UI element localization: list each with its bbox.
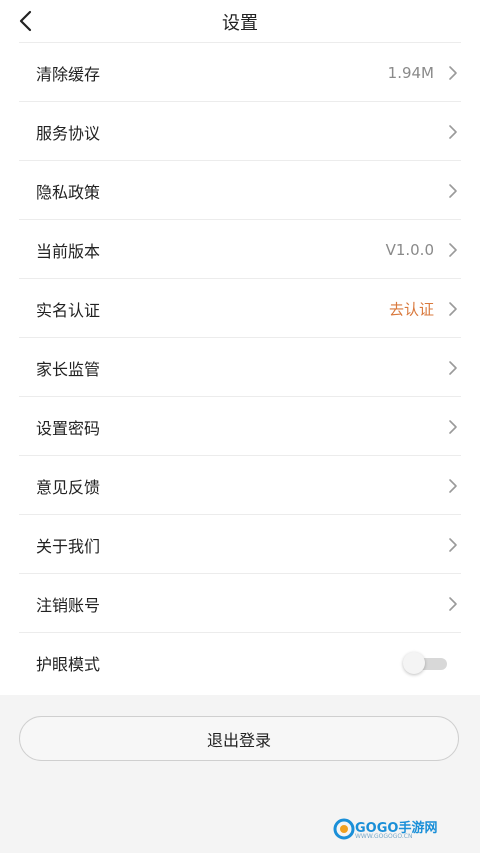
set-password-row[interactable]: 设置密码	[0, 397, 480, 456]
row-label: 当前版本	[36, 241, 101, 261]
service-agreement-row[interactable]: 服务协议	[0, 102, 480, 161]
row-label: 服务协议	[36, 123, 101, 143]
row-label: 清除缓存	[36, 64, 101, 84]
current-version-row[interactable]: 当前版本 V1.0.0	[0, 220, 480, 279]
verify-link[interactable]: 去认证	[389, 298, 434, 319]
clear-cache-row[interactable]: 清除缓存 1.94M	[0, 43, 480, 102]
chevron-right-icon	[449, 65, 457, 80]
delete-account-row[interactable]: 注销账号	[0, 574, 480, 633]
chevron-right-icon	[449, 124, 457, 139]
row-label: 隐私政策	[36, 182, 101, 202]
privacy-policy-row[interactable]: 隐私政策	[0, 161, 480, 220]
page-title: 设置	[222, 13, 258, 34]
feedback-row[interactable]: 意见反馈	[0, 456, 480, 515]
chevron-right-icon	[449, 596, 457, 611]
row-label: 意见反馈	[36, 477, 101, 497]
header-bar: 设置	[0, 0, 480, 42]
chevron-right-icon	[449, 183, 457, 198]
row-label: 实名认证	[36, 300, 101, 320]
row-label: 设置密码	[36, 418, 101, 438]
chevron-right-icon	[449, 419, 457, 434]
row-label: 护眼模式	[36, 654, 101, 674]
chevron-right-icon	[449, 360, 457, 375]
row-label: 注销账号	[36, 595, 101, 615]
real-name-verification-row[interactable]: 实名认证 去认证	[0, 279, 480, 338]
version-value: V1.0.0	[385, 240, 434, 259]
row-label: 家长监管	[36, 359, 101, 379]
chevron-right-icon	[449, 301, 457, 316]
footer-area: 退出登录 GOGO手游网 WWW.GOGOGO.CN	[0, 695, 480, 853]
settings-list: 清除缓存 1.94M 服务协议 隐私政策 当前版本 V1.0.0 实名认证 去认…	[0, 43, 480, 692]
chevron-right-icon	[449, 478, 457, 493]
chevron-right-icon	[449, 242, 457, 257]
gogo-logo-icon	[333, 818, 355, 840]
about-us-row[interactable]: 关于我们	[0, 515, 480, 574]
parental-control-row[interactable]: 家长监管	[0, 338, 480, 397]
logout-button[interactable]: 退出登录	[19, 716, 459, 761]
eye-care-mode-row: 护眼模式	[0, 633, 480, 692]
watermark-domain: WWW.GOGOGO.CN	[355, 833, 413, 840]
cache-size-value: 1.94M	[387, 63, 434, 82]
toggle-knob	[403, 651, 425, 674]
chevron-right-icon	[449, 537, 457, 552]
row-label: 关于我们	[36, 536, 101, 556]
watermark-logo: GOGO手游网 WWW.GOGOGO.CN	[333, 815, 453, 843]
eye-care-toggle[interactable]	[403, 651, 447, 674]
